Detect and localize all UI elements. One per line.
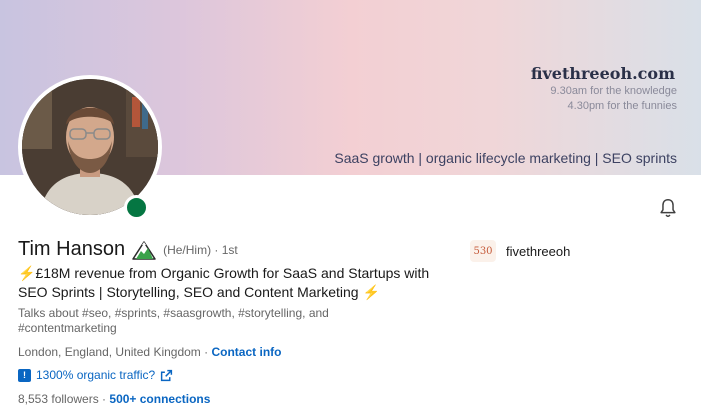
- banner-brand: fivethreeoh.com: [530, 64, 675, 83]
- headline-line-1: £18M revenue from Organic Growth for Saa…: [35, 265, 430, 281]
- company-name: fivethreeoh: [506, 243, 571, 259]
- online-status-indicator: [124, 195, 149, 220]
- website-label[interactable]: 1300% organic traffic?: [36, 368, 155, 382]
- website-link[interactable]: ! 1300% organic traffic?: [18, 368, 173, 382]
- current-company[interactable]: 530 fivethreeoh: [470, 240, 570, 262]
- info-square-icon: !: [18, 368, 31, 382]
- name-row: Tim Hanson (He/Him) · 1st: [18, 238, 238, 261]
- followers-row: 8,553 followers · 500+ connections: [18, 392, 210, 406]
- headline-line-2: SEO Sprints | Storytelling, SEO and Cont…: [18, 284, 359, 300]
- talks-about: Talks about #seo, #sprints, #saasgrowth,…: [18, 306, 329, 335]
- contact-info-link[interactable]: Contact info: [211, 345, 281, 359]
- bell-icon[interactable]: [657, 197, 679, 219]
- profile-headline: ⚡£18M revenue from Organic Growth for Sa…: [18, 264, 458, 302]
- banner-tagline: SaaS growth | organic lifecycle marketin…: [334, 150, 677, 166]
- mountain-badge-icon: [131, 239, 157, 261]
- pronouns-degree: (He/Him) · 1st: [163, 242, 238, 257]
- banner-line-1: 9.30am for the knowledge: [550, 85, 677, 97]
- separator: ·: [98, 392, 110, 406]
- location: London, England, United Kingdom: [18, 345, 201, 359]
- lightning-bolt-icon: ⚡: [362, 284, 380, 300]
- followers-count[interactable]: 8,553 followers: [18, 392, 99, 406]
- lightning-bolt-icon: ⚡: [18, 265, 36, 281]
- external-link-icon: [160, 369, 173, 382]
- profile-name: Tim Hanson: [18, 238, 126, 260]
- location-row: London, England, United Kingdom · Contac…: [18, 345, 281, 359]
- company-logo: 530: [470, 240, 496, 262]
- banner-line-2: 4.30pm for the funnies: [567, 100, 677, 112]
- separator: ·: [200, 345, 212, 359]
- connections-link[interactable]: 500+ connections: [109, 392, 210, 406]
